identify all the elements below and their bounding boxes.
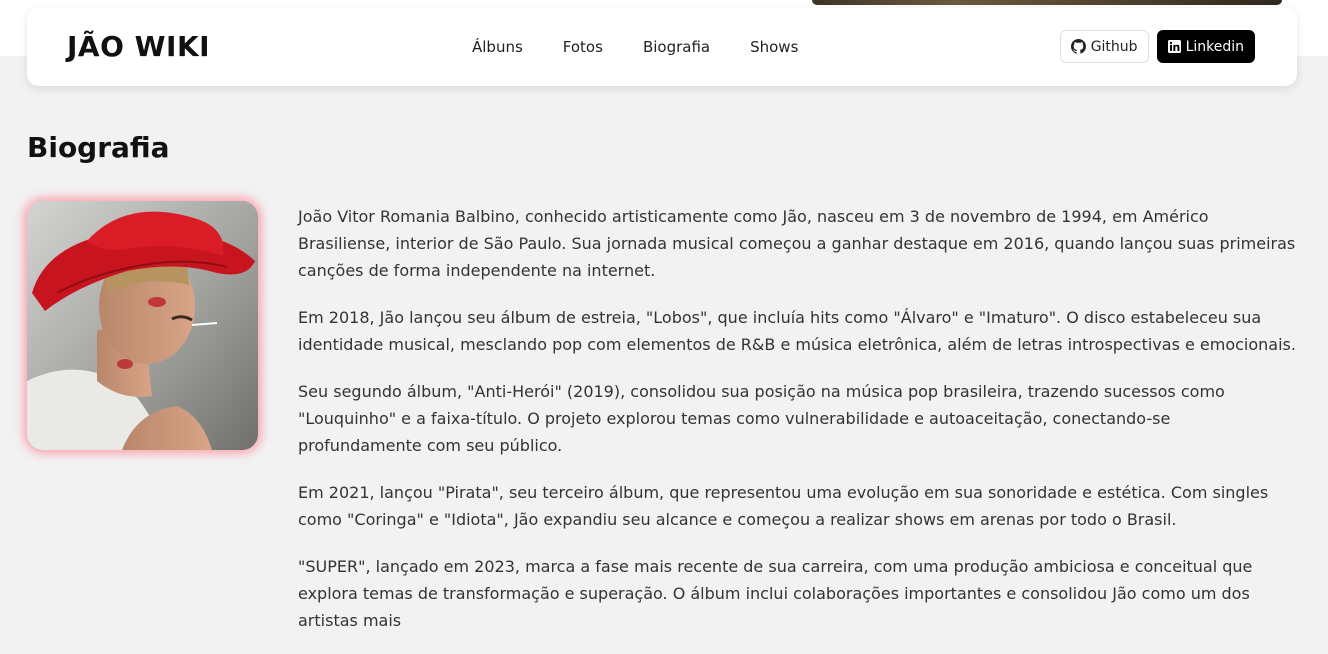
github-label: Github <box>1090 38 1138 55</box>
navbar: JÃO WIKI Álbuns Fotos Biografia Shows Gi… <box>27 8 1297 86</box>
bio-paragraph: Em 2018, Jão lançou seu álbum de estreia… <box>298 308 1296 354</box>
nav-buttons: Github Linkedin <box>1059 30 1255 63</box>
nav-link-albuns[interactable]: Álbuns <box>472 38 523 56</box>
bio-paragraph: João Vitor Romania Balbino, conhecido ar… <box>298 207 1296 280</box>
brand-logo[interactable]: JÃO WIKI <box>67 30 210 63</box>
linkedin-label: Linkedin <box>1185 38 1244 55</box>
github-icon <box>1070 39 1086 54</box>
bio-paragraph: "SUPER", lançado em 2023, marca a fase m… <box>298 557 1253 630</box>
partial-image-strip <box>812 0 1282 5</box>
biography-content: João Vitor Romania Balbino, conhecido ar… <box>298 203 1298 654</box>
bio-paragraph: Seu segundo álbum, "Anti-Herói" (2019), … <box>298 382 1225 455</box>
github-button[interactable]: Github <box>1059 30 1149 63</box>
artist-photo <box>27 201 258 450</box>
nav-link-fotos[interactable]: Fotos <box>563 38 603 56</box>
page-title: Biografia <box>27 131 170 164</box>
linkedin-button[interactable]: Linkedin <box>1156 30 1255 63</box>
nav-link-shows[interactable]: Shows <box>750 38 798 56</box>
nav-links: Álbuns Fotos Biografia Shows <box>472 38 838 56</box>
nav-link-biografia[interactable]: Biografia <box>643 38 710 56</box>
bio-paragraph: Em 2021, lançou "Pirata", seu terceiro á… <box>298 483 1269 529</box>
artist-photo-illustration <box>27 201 258 450</box>
linkedin-icon <box>1167 40 1181 53</box>
